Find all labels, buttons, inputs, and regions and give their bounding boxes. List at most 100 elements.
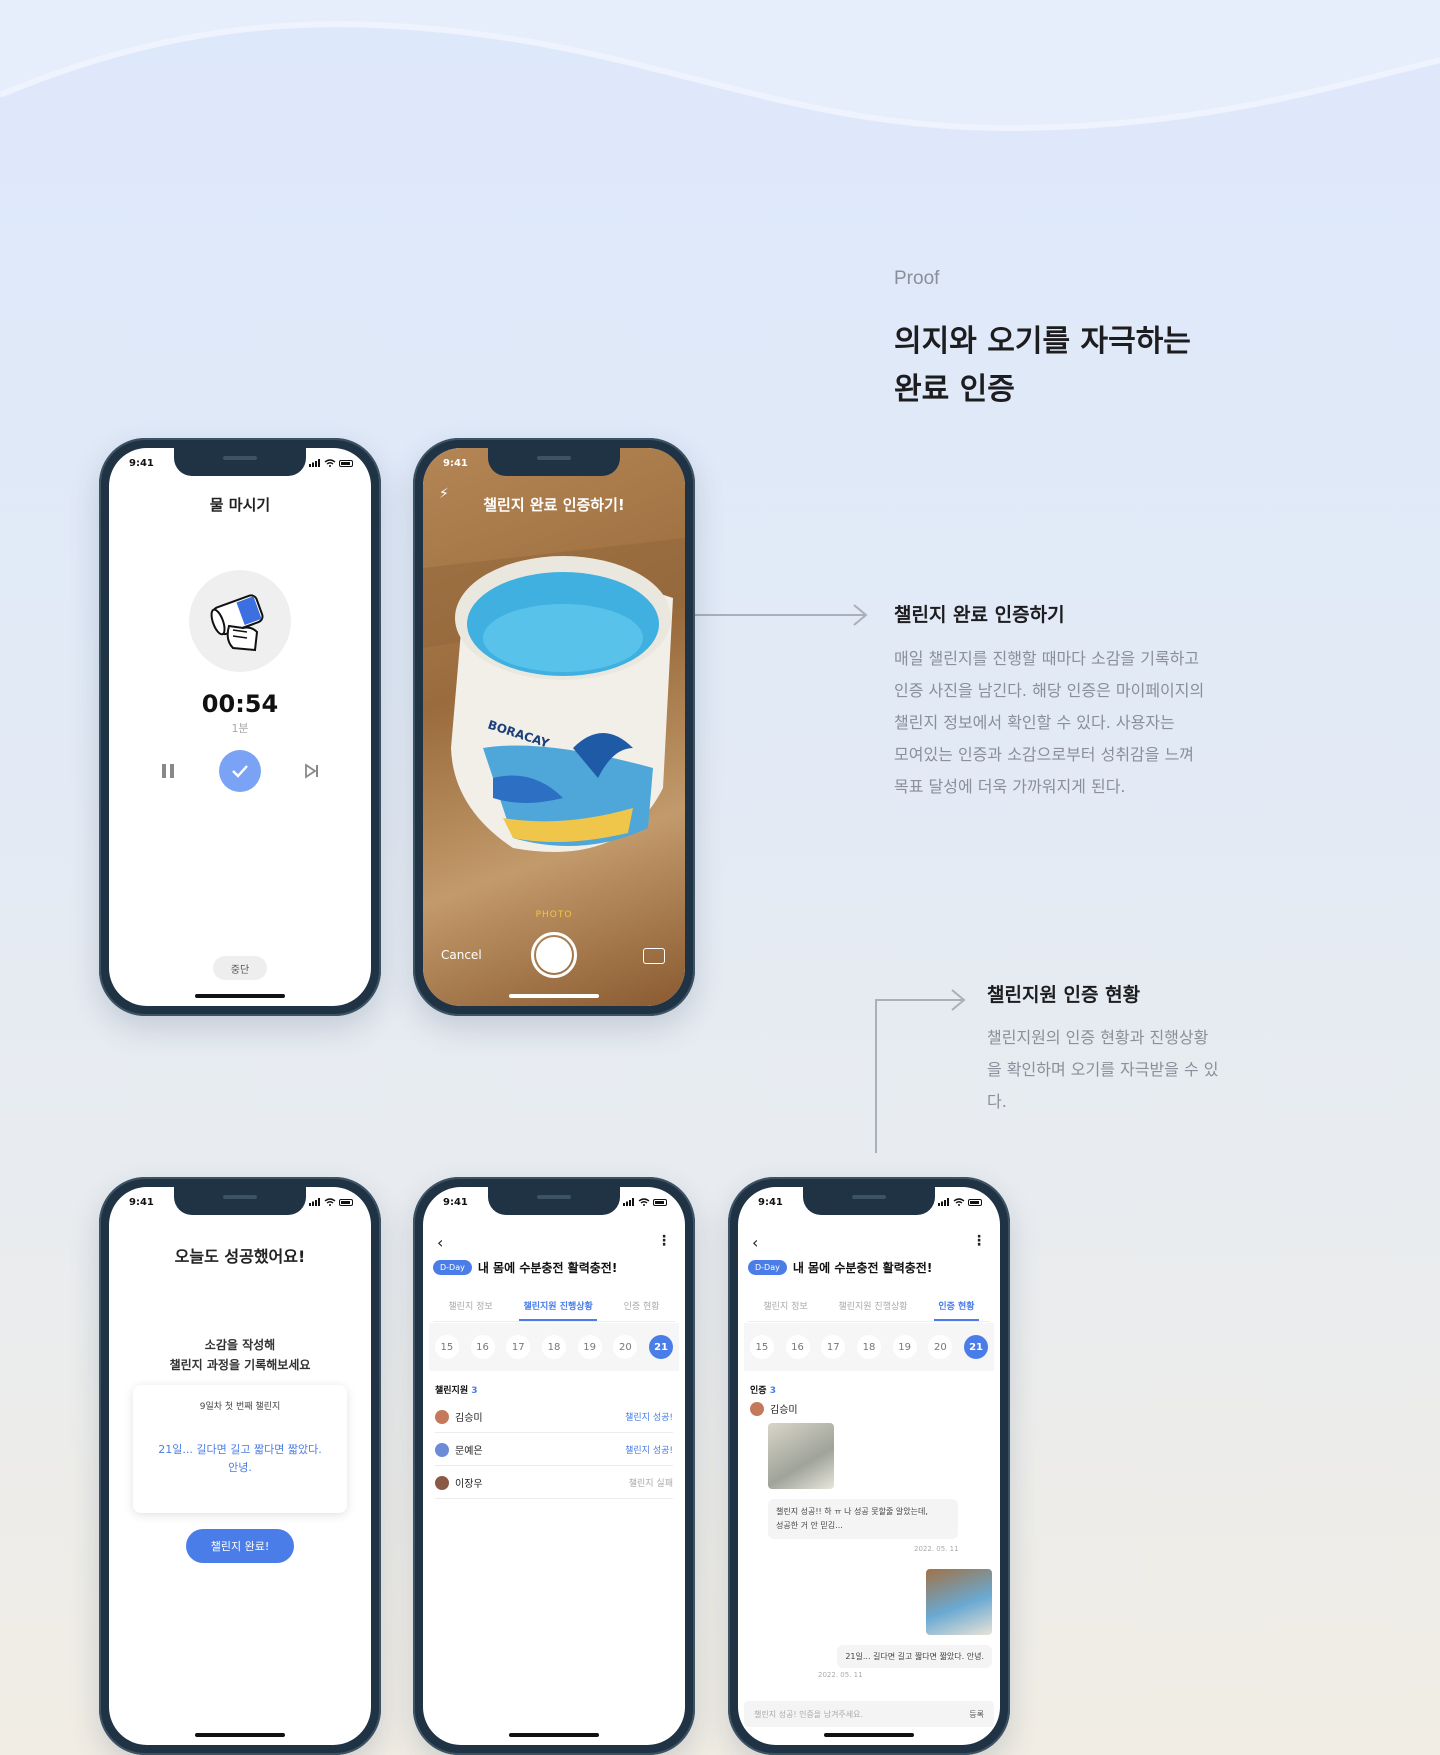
phone-members: 9:41 ‹ ⋮ D-Day 내 몸에 수분충전 활력충전! 챌린지 정보 챌린…	[413, 1177, 695, 1755]
avatar	[435, 1475, 449, 1490]
member-status: 챌린지 성공!	[625, 1446, 673, 1456]
complete-button[interactable]: 챌린지 완료!	[186, 1529, 294, 1563]
home-indicator	[195, 994, 285, 998]
proof-photo[interactable]	[768, 1423, 834, 1489]
stop-button[interactable]: 중단	[213, 956, 267, 980]
member-row[interactable]: 문예은 챌린지 성공!	[435, 1434, 673, 1466]
review-card-heading: 9일차 첫 번째 챌린지	[199, 1402, 281, 1412]
battery-icon	[653, 1198, 667, 1206]
phone-complete: 9:41 오늘도 성공했어요! 소감을 작성해 챌린지 과정을 기록해보세요 9…	[99, 1177, 381, 1755]
check-icon	[232, 765, 248, 778]
proof-date: 2022. 05. 11	[818, 1671, 863, 1679]
status-icons	[623, 1198, 667, 1206]
members-heading: 챌린지원 3	[435, 1383, 478, 1396]
feature1-desc-line: 매일 챌린지를 진행할 때마다 소감을 기록하고	[894, 649, 1200, 668]
home-indicator	[509, 1733, 599, 1737]
avatar	[435, 1442, 449, 1457]
cancel-button[interactable]: Cancel	[441, 948, 482, 962]
tab-proof[interactable]: 인증 현황	[934, 1293, 979, 1321]
challenge-header: D-Day 내 몸에 수분충전 활력충전!	[748, 1259, 932, 1276]
notch	[174, 448, 306, 476]
phone-screen: BORACAY 9:41 ⚡ 챌린지 완료 인증하기! PHOTO Cancel	[423, 448, 685, 1006]
more-icon[interactable]: ⋮	[657, 1233, 671, 1249]
phone-camera: BORACAY 9:41 ⚡ 챌린지 완료 인증하기! PHOTO Cancel	[413, 438, 695, 1016]
feature1-desc-line: 인증 사진을 남긴다. 해당 인증은 마이페이지의	[894, 681, 1205, 700]
proof-count: 3	[769, 1386, 776, 1396]
date-item[interactable]: 16	[785, 1335, 810, 1359]
date-item[interactable]: 20	[613, 1335, 638, 1359]
date-item[interactable]: 17	[821, 1335, 846, 1359]
skip-icon[interactable]	[303, 762, 321, 780]
more-icon[interactable]: ⋮	[972, 1233, 986, 1249]
check-button[interactable]	[219, 750, 261, 792]
feature1-title: 챌린지 완료 인증하기	[894, 604, 1065, 626]
date-item[interactable]: 15	[749, 1335, 774, 1359]
camera-switch-icon[interactable]	[643, 948, 665, 964]
date-item[interactable]: 18	[541, 1335, 566, 1359]
success-title: 오늘도 성공했어요!	[174, 1247, 306, 1266]
dday-badge: D-Day	[748, 1260, 787, 1275]
phone-screen: 9:41 물 마시기 00:54 1분 중단	[109, 448, 371, 1006]
date-item-selected[interactable]: 21	[964, 1335, 989, 1359]
review-prompt-line: 소감을 작성해	[204, 1338, 276, 1352]
status-time: 9:41	[129, 458, 154, 469]
tab-info[interactable]: 챌린지 정보	[444, 1293, 496, 1321]
feature2-desc-line: 을 확인하며 오기를 자극받을 수 있	[987, 1060, 1219, 1079]
tab-proof[interactable]: 인증 현황	[620, 1293, 664, 1321]
avatar	[750, 1401, 764, 1416]
submit-button[interactable]: 등록	[969, 1709, 984, 1720]
proof-heading-label: 인증	[750, 1386, 767, 1396]
section-title: 의지와 오기를 자극하는 완료 인증	[894, 318, 1314, 414]
member-status: 챌린지 실패	[628, 1479, 673, 1489]
member-row[interactable]: 김승미 챌린지 성공!	[435, 1401, 673, 1433]
date-item[interactable]: 16	[470, 1335, 495, 1359]
dday-badge: D-Day	[433, 1260, 472, 1275]
proof-date: 2022. 05. 11	[914, 1545, 959, 1553]
section-title-line1: 의지와 오기를 자극하는	[894, 324, 1191, 359]
wifi-icon	[638, 1198, 650, 1206]
feature2-desc: 챌린지원의 인증 현황과 진행상황 을 확인하며 오기를 자극받을 수 있 다.	[987, 1022, 1257, 1118]
member-row[interactable]: 이장우 챌린지 실패	[435, 1467, 673, 1499]
shutter-button[interactable]	[531, 932, 577, 978]
date-item[interactable]: 17	[506, 1335, 531, 1359]
date-selector: 15 16 17 18 19 20 21	[744, 1323, 994, 1371]
pause-icon[interactable]	[159, 762, 177, 780]
back-icon[interactable]: ‹	[752, 1233, 758, 1252]
camera-mode[interactable]: PHOTO	[423, 910, 685, 920]
mug-photo: BORACAY	[423, 538, 685, 852]
date-item[interactable]: 15	[434, 1335, 459, 1359]
tab-progress[interactable]: 챌린지원 진행상황	[834, 1293, 911, 1321]
member-status: 챌린지 성공!	[625, 1413, 673, 1423]
proof-comment: 21일... 길다면 길고 짧다면 짧았다. 안녕.	[837, 1645, 992, 1668]
member-name: 문예은	[455, 1446, 483, 1457]
avatar	[435, 1409, 449, 1424]
feature2-desc-line: 다.	[987, 1092, 1007, 1111]
timer-display: 00:54	[201, 690, 279, 718]
members-count: 3	[471, 1386, 478, 1396]
feature1-desc-line: 목표 달성에 더욱 가까워지게 된다.	[894, 777, 1126, 796]
phone-screen: 9:41 ‹ ⋮ D-Day 내 몸에 수분충전 활력충전! 챌린지 정보 챌린…	[738, 1187, 1000, 1745]
signal-icon	[938, 1198, 949, 1206]
comment-input[interactable]: 챌린지 성공! 인증을 남겨주세요. 등록	[744, 1701, 994, 1727]
timer-duration: 1분	[231, 722, 249, 735]
review-text[interactable]: 21일... 길다면 길고 짧다면 짧았다. 안녕.	[147, 1441, 333, 1477]
status-icons	[309, 1198, 353, 1206]
date-item[interactable]: 19	[892, 1335, 917, 1359]
back-icon[interactable]: ‹	[437, 1233, 443, 1252]
date-item[interactable]: 20	[928, 1335, 953, 1359]
feature1-desc: 매일 챌린지를 진행할 때마다 소감을 기록하고 인증 사진을 남긴다. 해당 …	[894, 643, 1274, 803]
proof-photo[interactable]	[926, 1569, 992, 1635]
member-name: 이장우	[455, 1479, 483, 1490]
date-item[interactable]: 19	[577, 1335, 602, 1359]
tab-info[interactable]: 챌린지 정보	[759, 1293, 811, 1321]
battery-icon	[339, 1198, 353, 1206]
feed-user[interactable]: 김승미	[750, 1401, 798, 1416]
home-indicator	[824, 1733, 914, 1737]
tab-progress[interactable]: 챌린지원 진행상황	[519, 1293, 597, 1321]
comment-input-placeholder[interactable]: 챌린지 성공! 인증을 남겨주세요.	[754, 1709, 863, 1720]
date-item[interactable]: 18	[856, 1335, 881, 1359]
signal-icon	[309, 459, 320, 467]
review-card[interactable]: 9일차 첫 번째 챌린지 21일... 길다면 길고 짧다면 짧았다. 안녕.	[133, 1385, 347, 1513]
date-item-selected[interactable]: 21	[649, 1335, 674, 1359]
battery-icon	[968, 1198, 982, 1206]
